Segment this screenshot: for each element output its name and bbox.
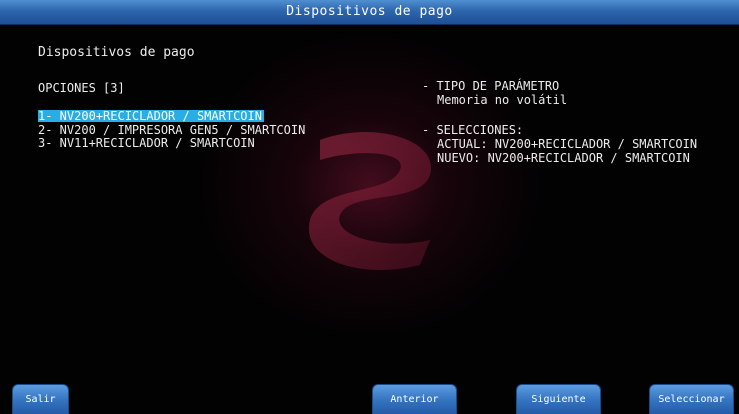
param-type-label: - TIPO DE PARÁMETRO	[422, 79, 560, 93]
page-heading: Dispositivos de pago	[38, 45, 195, 60]
param-type-value: Memoria no volátil	[437, 93, 568, 107]
option-item-2[interactable]: 2- NV200 / IMPRESORA GEN5 / SMARTCOIN	[38, 124, 307, 136]
exit-button[interactable]: Salir	[12, 384, 69, 414]
screen: Dispositivos de pago Dispositivos de pag…	[0, 0, 739, 414]
options-count-label: OPCIONES [3]	[38, 81, 125, 95]
window-title: Dispositivos de pago	[286, 4, 453, 19]
option-item-1[interactable]: 1- NV200+RECICLADOR / SMARTCOIN	[38, 110, 264, 122]
brand-logo-watermark	[308, 132, 432, 270]
selections-label: - SELECCIONES:	[422, 123, 524, 137]
title-bar: Dispositivos de pago	[0, 0, 739, 25]
previous-button[interactable]: Anterior	[372, 384, 457, 414]
option-item-3[interactable]: 3- NV11+RECICLADOR / SMARTCOIN	[38, 137, 257, 149]
new-selection: NUEVO: NV200+RECICLADOR / SMARTCOIN	[437, 151, 690, 165]
current-selection: ACTUAL: NV200+RECICLADOR / SMARTCOIN	[437, 137, 698, 151]
select-button[interactable]: Seleccionar	[649, 384, 734, 414]
next-button[interactable]: Siguiente	[516, 384, 601, 414]
